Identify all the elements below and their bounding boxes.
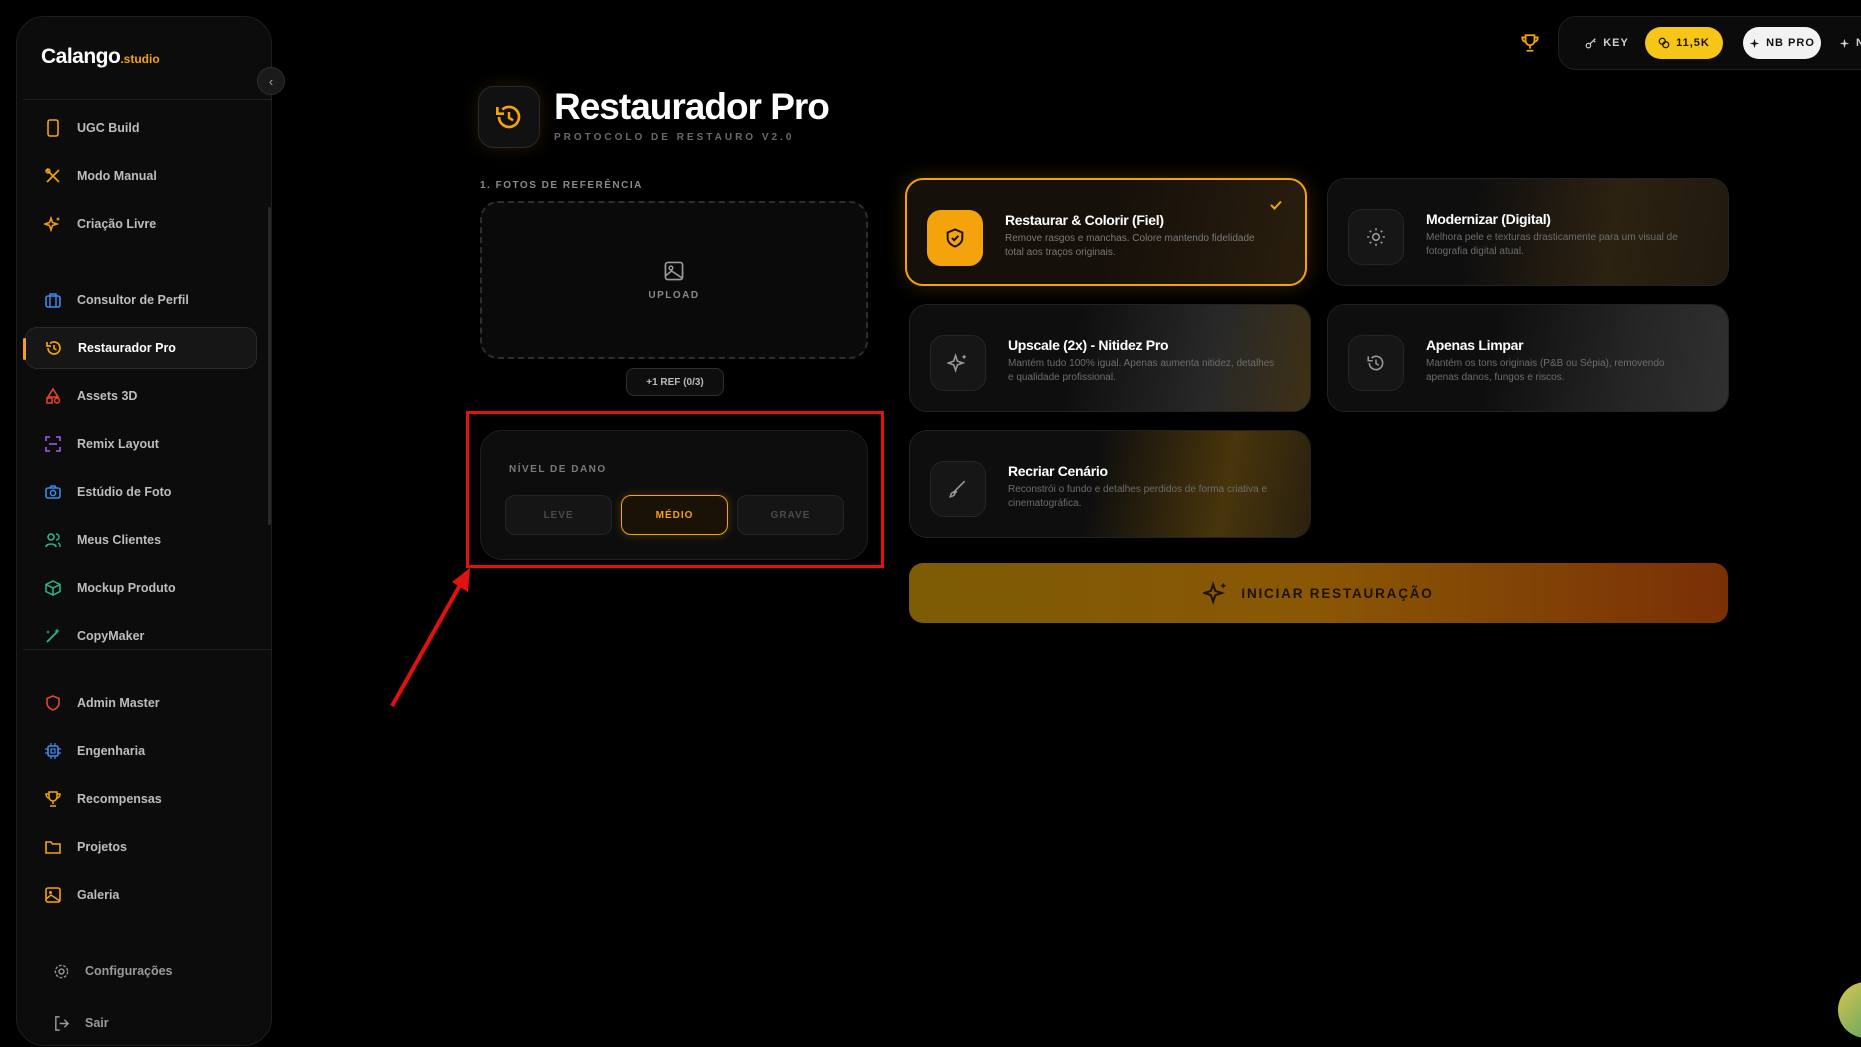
history-icon bbox=[496, 105, 521, 129]
check-icon bbox=[1270, 200, 1282, 210]
sidebar: Calango.studio ‹ UGC Build Modo Manual C… bbox=[16, 16, 285, 1046]
sparkles-icon bbox=[930, 335, 986, 391]
sidebar-item-restaurador-pro[interactable]: Restaurador Pro bbox=[23, 327, 257, 369]
sidebar-item-meus-clientes[interactable]: Meus Clientes bbox=[25, 519, 257, 561]
sidebar-item-modo-manual[interactable]: Modo Manual bbox=[25, 155, 257, 197]
mode-card-upscale[interactable]: Upscale (2x) - Nitidez Pro Mantém tudo 1… bbox=[909, 304, 1311, 412]
sidebar-divider bbox=[23, 99, 271, 100]
history-icon bbox=[44, 338, 64, 358]
shield-icon bbox=[43, 693, 63, 713]
chat-support-button[interactable] bbox=[1838, 982, 1861, 1038]
brush-icon bbox=[930, 461, 986, 517]
sidebar-scrollbar[interactable] bbox=[268, 207, 271, 525]
nb-pro-model-button[interactable]: NB PRO bbox=[1743, 27, 1821, 59]
annotation-arrow bbox=[390, 568, 470, 707]
box-icon bbox=[43, 578, 63, 598]
sidebar-divider bbox=[23, 649, 271, 650]
page-icon bbox=[478, 86, 540, 148]
mode-description: Melhora pele e texturas drasticamente pa… bbox=[1426, 232, 1678, 257]
sparkle-icon bbox=[1749, 38, 1760, 48]
phone-icon bbox=[43, 118, 63, 138]
page-subtitle: PROTOCOLO DE RESTAURO V2.0 bbox=[554, 132, 795, 143]
mode-description: Mantém os tons originais (P&B ou Sépia),… bbox=[1426, 358, 1665, 383]
image-icon bbox=[43, 885, 63, 905]
sun-icon bbox=[1348, 209, 1404, 265]
folder-icon bbox=[43, 837, 63, 857]
history-icon bbox=[1348, 335, 1404, 391]
sidebar-item-projetos[interactable]: Projetos bbox=[25, 826, 257, 868]
users-icon bbox=[43, 530, 63, 550]
sparkle-icon bbox=[1839, 38, 1850, 48]
chevron-left-icon: ‹ bbox=[268, 73, 274, 89]
briefcase-icon bbox=[43, 290, 63, 310]
mode-description: Reconstrói o fundo e detalhes perdidos d… bbox=[1008, 484, 1268, 509]
rewards-trophy-button[interactable] bbox=[1518, 30, 1542, 56]
shield-check-icon bbox=[927, 210, 983, 266]
mode-title: Apenas Limpar bbox=[1426, 337, 1524, 353]
mode-title: Restaurar & Colorir (Fiel) bbox=[1005, 212, 1164, 228]
trophy-icon bbox=[1521, 34, 1539, 52]
mode-card-apenas-limpar[interactable]: Apenas Limpar Mantém os tons originais (… bbox=[1327, 304, 1729, 412]
mode-title: Upscale (2x) - Nitidez Pro bbox=[1008, 337, 1169, 353]
sidebar-item-recompensas[interactable]: Recompensas bbox=[25, 778, 257, 820]
gear-icon bbox=[51, 961, 71, 981]
scan-icon bbox=[43, 434, 63, 454]
mode-card-recriar-cenario[interactable]: Recriar Cenário Reconstrói o fundo e det… bbox=[909, 430, 1311, 538]
sidebar-item-criacao-livre[interactable]: Criação Livre bbox=[25, 203, 257, 245]
sidebar-item-assets-3d[interactable]: Assets 3D bbox=[25, 375, 257, 417]
sparkles-icon bbox=[43, 214, 63, 234]
sidebar-item-admin-master[interactable]: Admin Master bbox=[25, 682, 257, 724]
sidebar-item-galeria[interactable]: Galeria bbox=[25, 874, 257, 916]
page-title: Restaurador Pro bbox=[554, 86, 830, 127]
settings-button[interactable]: Configurações bbox=[25, 955, 173, 987]
sidebar-item-consultor-de-perfil[interactable]: Consultor de Perfil bbox=[25, 279, 257, 321]
reference-section-label: 1. FOTOS DE REFERÊNCIA bbox=[480, 180, 643, 191]
coins-icon bbox=[1658, 37, 1670, 49]
credits-badge[interactable]: 11,5K bbox=[1645, 27, 1723, 59]
sidebar-item-estudio-de-foto[interactable]: Estúdio de Foto bbox=[25, 471, 257, 513]
sidebar-item-remix-layout[interactable]: Remix Layout bbox=[25, 423, 257, 465]
sidebar-item-engenharia[interactable]: Engenharia bbox=[25, 730, 257, 772]
sidebar-item-copymaker[interactable]: CopyMaker bbox=[25, 615, 257, 657]
mode-title: Modernizar (Digital) bbox=[1426, 211, 1551, 227]
mode-card-restaurar-colorir[interactable]: Restaurar & Colorir (Fiel) Remove rasgos… bbox=[905, 178, 1307, 286]
sidebar-item-mockup-produto[interactable]: Mockup Produto bbox=[25, 567, 257, 609]
model-option-button[interactable]: N bbox=[1829, 27, 1861, 59]
upload-dropzone[interactable]: UPLOAD bbox=[480, 201, 868, 359]
mode-title: Recriar Cenário bbox=[1008, 463, 1108, 479]
logout-icon bbox=[51, 1013, 71, 1033]
sparkles-icon bbox=[1203, 581, 1227, 605]
sidebar-collapse-button[interactable]: ‹ bbox=[257, 67, 285, 95]
annotation-highlight-box bbox=[466, 411, 884, 568]
top-status-bar: KEY 11,5K NB PRO N bbox=[1558, 16, 1861, 70]
mode-card-modernizar[interactable]: Modernizar (Digital) Melhora pele e text… bbox=[1327, 178, 1729, 286]
shapes-icon bbox=[43, 386, 63, 406]
trophy-icon bbox=[43, 789, 63, 809]
app-logo[interactable]: Calango.studio bbox=[41, 45, 160, 69]
add-reference-button[interactable]: +1 REF (0/3) bbox=[626, 368, 724, 396]
camera-icon bbox=[43, 482, 63, 502]
start-restoration-button[interactable]: INICIAR RESTAURAÇÃO bbox=[909, 563, 1728, 623]
key-icon bbox=[1585, 38, 1596, 49]
logout-button[interactable]: Sair bbox=[25, 1007, 109, 1039]
sidebar-item-ugc-build[interactable]: UGC Build bbox=[25, 107, 257, 149]
mode-description: Remove rasgos e manchas. Colore mantendo… bbox=[1005, 233, 1255, 258]
cpu-icon bbox=[43, 741, 63, 761]
mode-description: Mantém tudo 100% igual. Apenas aumenta n… bbox=[1008, 358, 1275, 383]
upload-label: UPLOAD bbox=[648, 289, 700, 301]
image-upload-icon bbox=[664, 261, 684, 280]
wand-icon bbox=[43, 626, 63, 646]
tools-icon bbox=[43, 166, 63, 186]
api-key-button[interactable]: KEY bbox=[1573, 27, 1641, 59]
